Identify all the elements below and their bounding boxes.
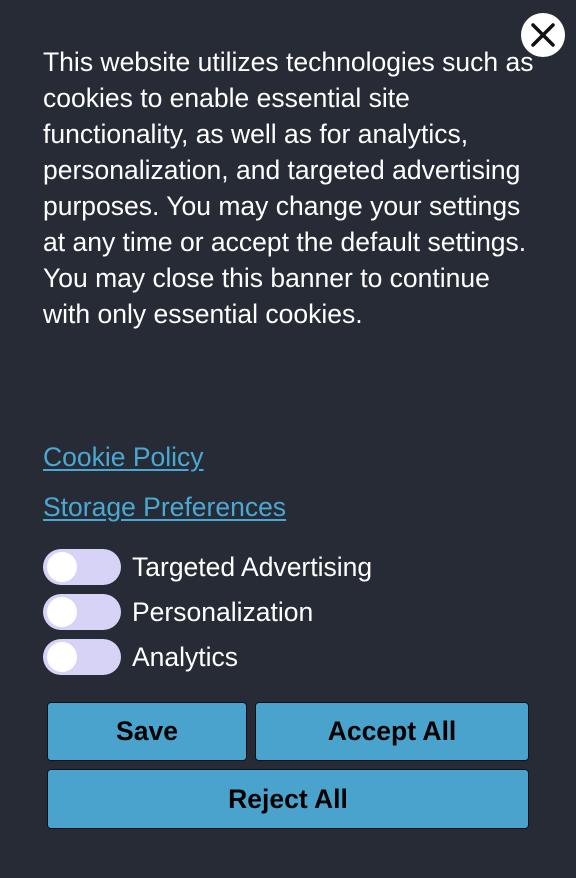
toggle-label: Personalization [132,597,314,627]
storage-preferences-link[interactable]: Storage Preferences [43,491,286,523]
toggle-row-targeted-advertising: Targeted Advertising [43,549,372,585]
reject-all-button[interactable]: Reject All [47,769,529,829]
personalization-toggle[interactable] [43,594,121,630]
toggle-knob [47,642,77,672]
toggle-row-analytics: Analytics [43,639,238,675]
accept-all-button[interactable]: Accept All [255,702,529,761]
toggle-row-personalization: Personalization [43,594,313,630]
cookie-policy-link[interactable]: Cookie Policy [43,441,204,473]
consent-message: This website utilizes technologies such … [43,47,534,329]
toggle-knob [47,552,77,582]
save-button[interactable]: Save [47,702,247,761]
cookie-consent-banner: This website utilizes technologies such … [0,0,576,878]
toggle-knob [47,597,77,627]
toggle-label: Analytics [132,642,239,672]
targeted-advertising-toggle[interactable] [43,549,121,585]
toggle-label: Targeted Advertising [132,552,373,582]
analytics-toggle[interactable] [43,639,121,675]
